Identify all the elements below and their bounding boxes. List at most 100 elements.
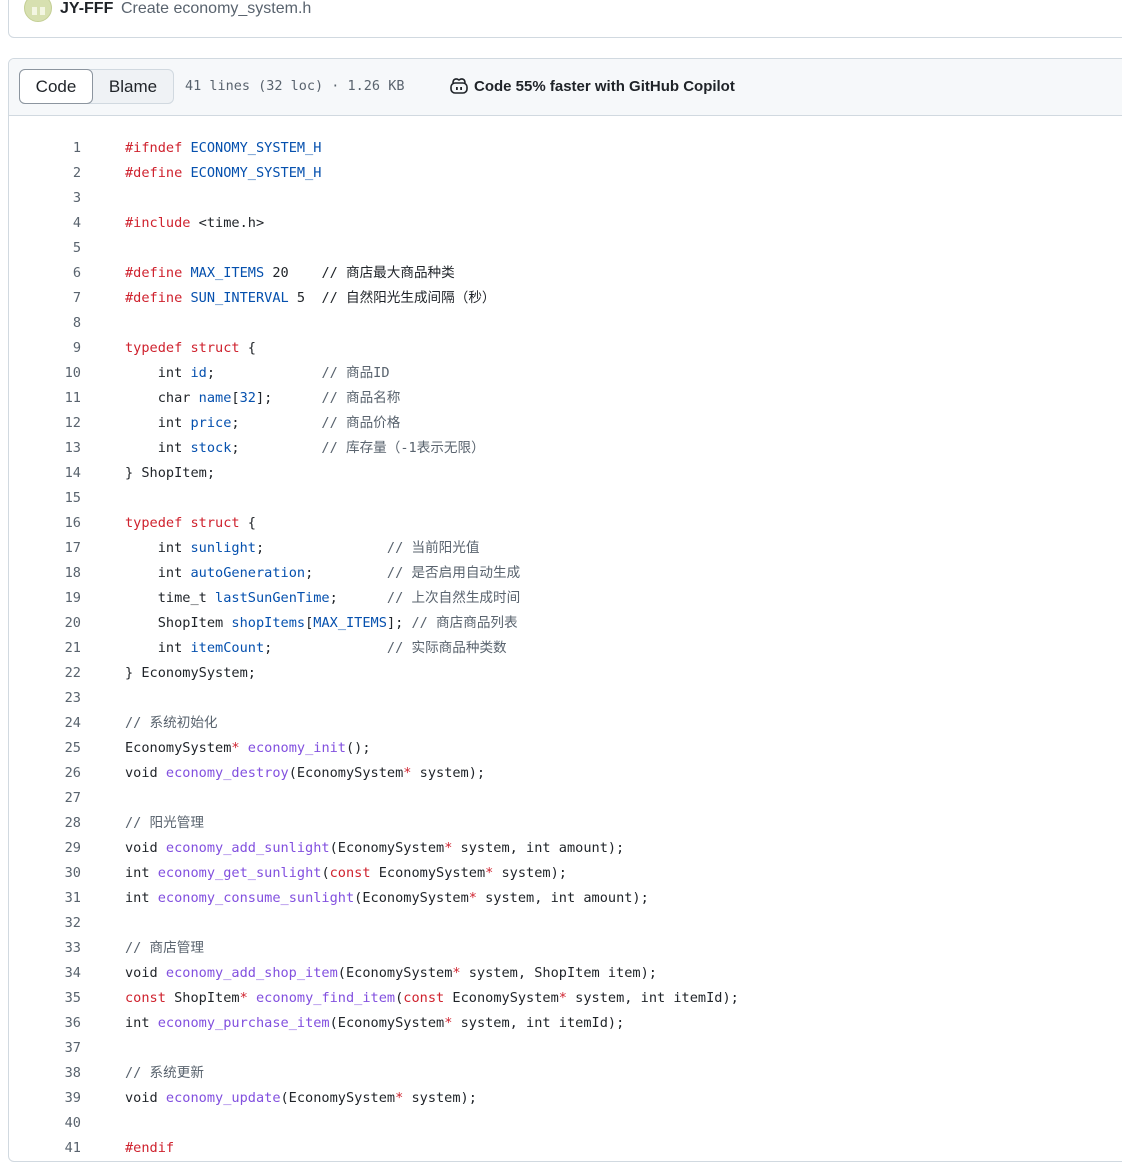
line-number[interactable]: 2 — [9, 161, 81, 186]
code-line: 20 ShopItem shopItems[MAX_ITEMS]; // 商店商… — [9, 611, 1122, 636]
line-number[interactable]: 15 — [9, 486, 81, 511]
code-line: 2 #define ECONOMY_SYSTEM_H — [9, 161, 1122, 186]
code-line: 4 #include <time.h> — [9, 211, 1122, 236]
line-number[interactable]: 23 — [9, 686, 81, 711]
line-number[interactable]: 9 — [9, 336, 81, 361]
code-line: 39 void economy_update(EconomySystem* sys… — [9, 1086, 1122, 1111]
line-number[interactable]: 32 — [9, 911, 81, 936]
line-number[interactable]: 3 — [9, 186, 81, 211]
line-number[interactable]: 39 — [9, 1086, 81, 1111]
code-line: 30 int economy_get_sunlight(const Economy… — [9, 861, 1122, 886]
copilot-label: Code 55% faster with GitHub Copilot — [474, 77, 735, 95]
line-number[interactable]: 16 — [9, 511, 81, 536]
file-header: Code Blame 41 lines (32 loc) · 1.26 KB C… — [9, 59, 1122, 116]
line-code: typedef struct { — [125, 340, 256, 356]
line-number[interactable]: 1 — [9, 136, 81, 161]
line-code: // 阳光管理 — [125, 815, 204, 831]
line-number[interactable]: 38 — [9, 1061, 81, 1086]
line-code: #ifndef ECONOMY_SYSTEM_H — [125, 140, 322, 156]
code-line: 16 typedef struct { — [9, 511, 1122, 536]
line-number[interactable]: 19 — [9, 586, 81, 611]
line-code: void economy_add_sunlight(EconomySystem*… — [125, 840, 625, 856]
line-number[interactable]: 5 — [9, 236, 81, 261]
line-number[interactable]: 25 — [9, 736, 81, 761]
code-line: 25 EconomySystem* economy_init(); — [9, 736, 1122, 761]
code-line: 35 const ShopItem* economy_find_item(cons… — [9, 986, 1122, 1011]
view-toggle: Code Blame — [19, 69, 174, 104]
line-number[interactable]: 33 — [9, 936, 81, 961]
line-code: // 系统初始化 — [125, 715, 218, 731]
line-code: void economy_update(EconomySystem* syste… — [125, 1090, 477, 1106]
code-line: 34 void economy_add_shop_item(EconomySyst… — [9, 961, 1122, 986]
line-number[interactable]: 36 — [9, 1011, 81, 1036]
line-number[interactable]: 11 — [9, 386, 81, 411]
line-number[interactable]: 4 — [9, 211, 81, 236]
line-number[interactable]: 6 — [9, 261, 81, 286]
line-number[interactable]: 17 — [9, 536, 81, 561]
commit-author-link[interactable]: JY-FFF — [60, 0, 113, 18]
line-number[interactable]: 10 — [9, 361, 81, 386]
line-code: int itemCount; // 实际商品种类数 — [125, 640, 507, 656]
code-line: 36 int economy_purchase_item(EconomySyste… — [9, 1011, 1122, 1036]
line-code: #define SUN_INTERVAL 5 // 自然阳光生成间隔（秒） — [125, 290, 496, 306]
code-line: 23 — [9, 686, 1122, 711]
code-line: 29 void economy_add_sunlight(EconomySyste… — [9, 836, 1122, 861]
code-line: 27 — [9, 786, 1122, 811]
line-code: #endif — [125, 1140, 175, 1156]
line-number[interactable]: 13 — [9, 436, 81, 461]
line-code: int id; // 商品ID — [125, 365, 390, 381]
line-number[interactable]: 8 — [9, 311, 81, 336]
line-number[interactable]: 14 — [9, 461, 81, 486]
file-meta: 41 lines (32 loc) · 1.26 KB — [185, 78, 405, 94]
line-number[interactable]: 24 — [9, 711, 81, 736]
line-number[interactable]: 37 — [9, 1036, 81, 1061]
copilot-promo-link[interactable]: Code 55% faster with GitHub Copilot — [449, 77, 735, 95]
line-number[interactable]: 28 — [9, 811, 81, 836]
line-code: } ShopItem; — [125, 465, 216, 481]
line-code: } EconomySystem; — [125, 665, 256, 681]
line-code: char name[32]; // 商品名称 — [125, 390, 401, 406]
code-line: 6 #define MAX_ITEMS 20 // 商店最大商品种类 — [9, 261, 1122, 286]
line-code: void economy_destroy(EconomySystem* syst… — [125, 765, 486, 781]
line-number[interactable]: 31 — [9, 886, 81, 911]
code-line: 37 — [9, 1036, 1122, 1061]
line-number[interactable]: 34 — [9, 961, 81, 986]
code-line: 26 void economy_destroy(EconomySystem* sy… — [9, 761, 1122, 786]
code-line: 32 — [9, 911, 1122, 936]
line-code: time_t lastSunGenTime; // 上次自然生成时间 — [125, 590, 521, 606]
code-line: 18 int autoGeneration; // 是否启用自动生成 — [9, 561, 1122, 586]
line-number[interactable]: 7 — [9, 286, 81, 311]
code-line: 41 #endif — [9, 1136, 1122, 1161]
code-line: 31 int economy_consume_sunlight(EconomySy… — [9, 886, 1122, 911]
code-tab[interactable]: Code — [19, 69, 93, 104]
line-code: int economy_get_sunlight(const EconomySy… — [125, 865, 567, 881]
line-number[interactable]: 12 — [9, 411, 81, 436]
code-line: 9 typedef struct { — [9, 336, 1122, 361]
line-number[interactable]: 20 — [9, 611, 81, 636]
code-line: 15 — [9, 486, 1122, 511]
code-line: 14 } ShopItem; — [9, 461, 1122, 486]
code-line: 38 // 系统更新 — [9, 1061, 1122, 1086]
line-number[interactable]: 27 — [9, 786, 81, 811]
code-line: 8 — [9, 311, 1122, 336]
line-number[interactable]: 21 — [9, 636, 81, 661]
commit-message-link[interactable]: Create economy_system.h — [121, 0, 311, 18]
line-code: // 系统更新 — [125, 1065, 204, 1081]
line-number[interactable]: 29 — [9, 836, 81, 861]
code-line: 3 — [9, 186, 1122, 211]
line-number[interactable]: 22 — [9, 661, 81, 686]
code-line: 22 } EconomySystem; — [9, 661, 1122, 686]
line-number[interactable]: 18 — [9, 561, 81, 586]
line-number[interactable]: 35 — [9, 986, 81, 1011]
line-code: int economy_purchase_item(EconomySystem*… — [125, 1015, 625, 1031]
line-number[interactable]: 40 — [9, 1111, 81, 1136]
line-number[interactable]: 41 — [9, 1136, 81, 1161]
line-code: int economy_consume_sunlight(EconomySyst… — [125, 890, 649, 906]
code-line: 40 — [9, 1111, 1122, 1136]
code-line: 7 #define SUN_INTERVAL 5 // 自然阳光生成间隔（秒） — [9, 286, 1122, 311]
code-area[interactable]: 1 #ifndef ECONOMY_SYSTEM_H 2 #define ECONOM… — [9, 116, 1122, 1161]
line-number[interactable]: 26 — [9, 761, 81, 786]
blame-tab[interactable]: Blame — [93, 70, 173, 103]
line-number[interactable]: 30 — [9, 861, 81, 886]
copilot-icon — [450, 78, 468, 94]
